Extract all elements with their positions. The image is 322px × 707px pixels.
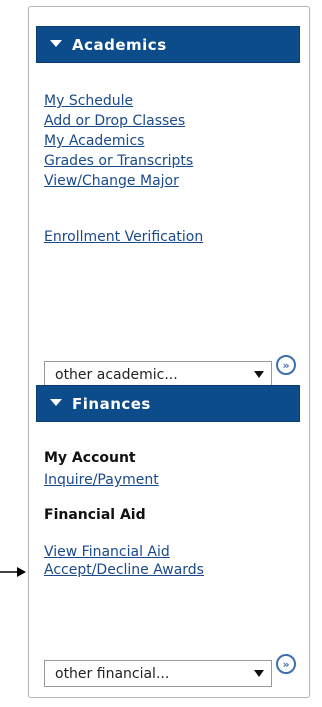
- other-academic-select[interactable]: other academic...: [44, 361, 272, 388]
- pointer-arrow-icon: [0, 567, 26, 577]
- academics-header[interactable]: Academics: [36, 26, 300, 63]
- collapse-triangle-icon: [50, 39, 62, 47]
- enrollment-verification-link[interactable]: Enrollment Verification: [44, 229, 203, 245]
- other-academic-select-value: other academic...: [55, 366, 178, 383]
- my-account-heading: My Account: [44, 450, 136, 466]
- other-financial-select[interactable]: other financial...: [44, 660, 272, 687]
- my-academics-link[interactable]: My Academics: [44, 133, 144, 149]
- sidebar-panel: Academics My Schedule Add or Drop Classe…: [28, 6, 310, 698]
- financial-aid-heading: Financial Aid: [44, 507, 146, 523]
- add-drop-classes-link[interactable]: Add or Drop Classes: [44, 113, 185, 129]
- finances-go-button[interactable]: »: [276, 654, 296, 674]
- finances-title: Finances: [72, 394, 151, 413]
- collapse-triangle-icon: [50, 398, 62, 406]
- double-chevron-right-icon: »: [282, 657, 290, 671]
- academics-go-button[interactable]: »: [276, 355, 296, 375]
- double-chevron-right-icon: »: [282, 358, 290, 372]
- my-schedule-link[interactable]: My Schedule: [44, 93, 133, 109]
- finances-header[interactable]: Finances: [36, 385, 300, 422]
- view-change-major-link[interactable]: View/Change Major: [44, 173, 179, 189]
- dropdown-arrow-icon: [254, 371, 264, 378]
- accept-decline-awards-link[interactable]: Accept/Decline Awards: [44, 562, 204, 578]
- academics-title: Academics: [72, 35, 167, 54]
- other-financial-select-value: other financial...: [55, 665, 170, 682]
- view-financial-aid-link[interactable]: View Financial Aid: [44, 544, 170, 560]
- dropdown-arrow-icon: [254, 670, 264, 677]
- grades-transcripts-link[interactable]: Grades or Transcripts: [44, 153, 193, 169]
- inquire-payment-link[interactable]: Inquire/Payment: [44, 472, 159, 488]
